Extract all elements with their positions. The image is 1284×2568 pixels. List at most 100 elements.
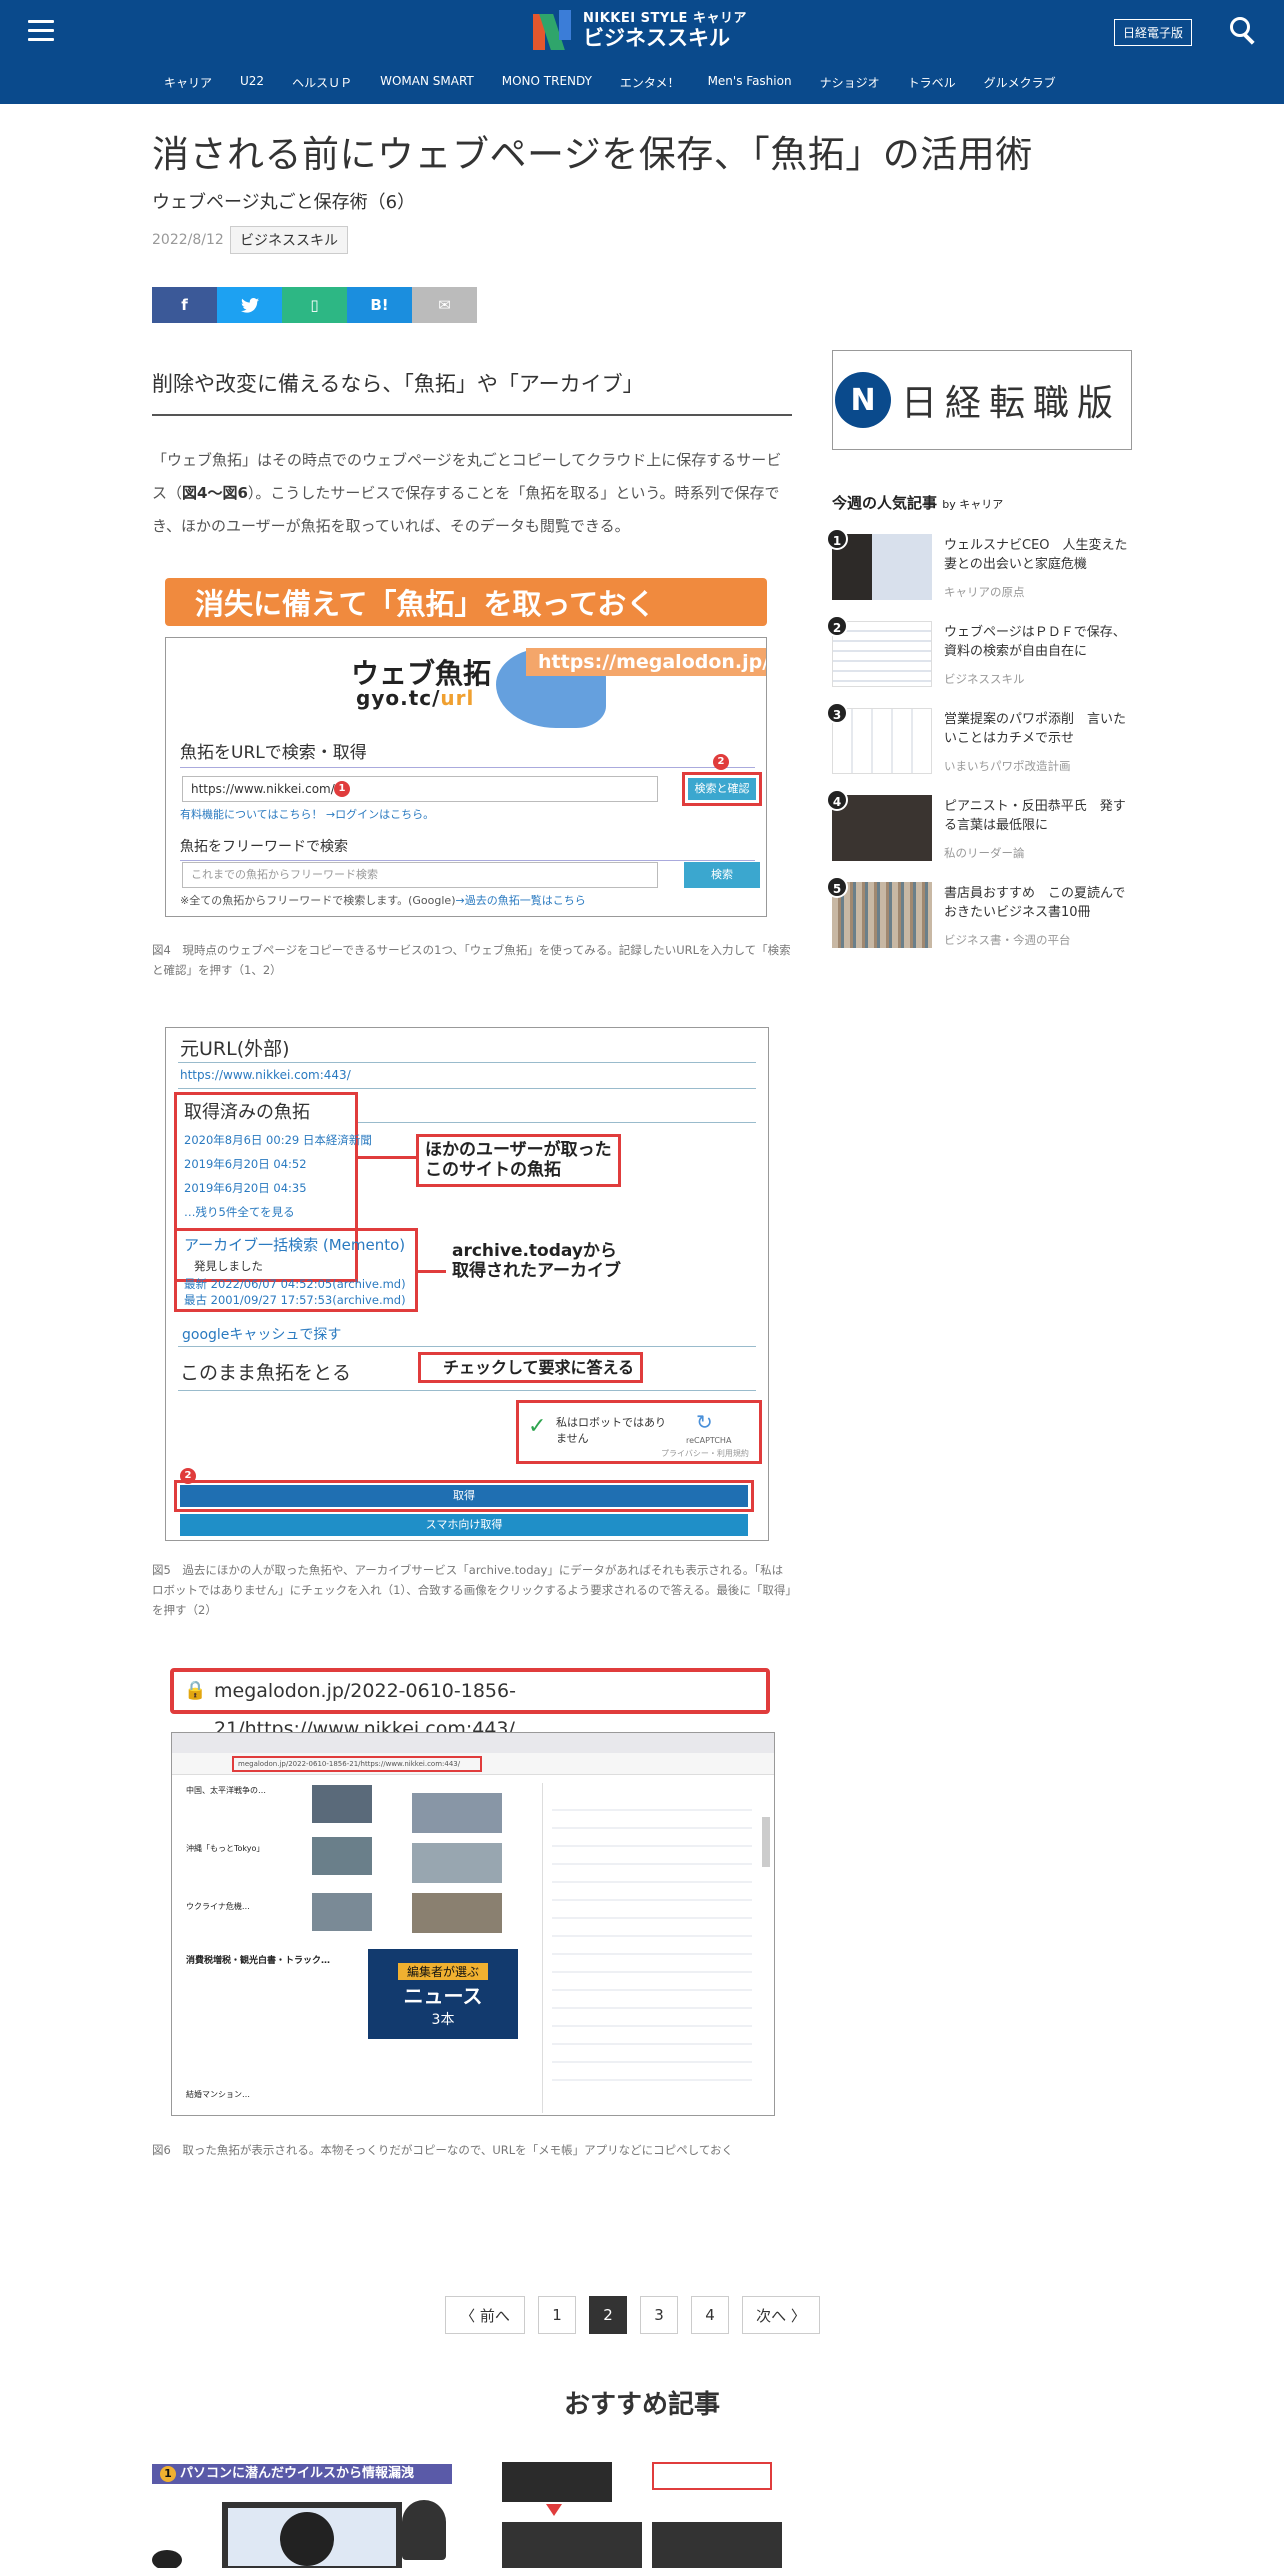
facebook-share-button[interactable]: f (152, 287, 217, 323)
divider (178, 1062, 756, 1063)
fig4-caption: 図4 現時点のウェブページをコピーできるサービスの1つ、「ウェブ魚拓」を使ってみ… (152, 943, 791, 977)
divider (178, 1390, 756, 1391)
next-page-button[interactable]: 次へ 〉 (742, 2296, 820, 2334)
recaptcha-icon: ↻ (696, 1410, 713, 1434)
fig5-entry: …残り5件全てを見る (184, 1205, 295, 1219)
reco-thumb (502, 2522, 642, 2568)
fig5-entry: 2020年8月6日 00:29 日本経済新聞 (184, 1133, 372, 1147)
body-paragraph: 「ウェブ魚拓」はその時点でのウェブページを丸ごとコピーしてクラウド上に保存するサ… (152, 444, 792, 543)
fig5-url-section: 元URL(外部) (180, 1038, 290, 1060)
memento-title: アーカイブ一括検索 (Memento) (184, 1236, 406, 1254)
freeword-search-button: 検索 (684, 862, 760, 888)
arrow-down-icon (546, 2504, 562, 2516)
ranking-number: 4 (826, 789, 848, 811)
ranking-source: ビジネススキル (944, 672, 1025, 686)
page-button[interactable]: 3 (640, 2296, 678, 2334)
nikkei-digital-button[interactable]: 日経電子版 (1114, 19, 1192, 46)
ranking-number: 5 (826, 876, 848, 898)
news-badge2: ニュース (403, 1984, 483, 2008)
ranking-source: いまいちパワポ改造計画 (944, 759, 1071, 773)
nav-item[interactable]: ヘルスＵＰ (292, 74, 352, 91)
fig6-caption: 図6 取った魚拓が表示される。本物そっくりだがコピーなので、URLを「メモ帳」ア… (152, 2143, 733, 2157)
connector-line (358, 1156, 418, 1159)
cloud-icon (152, 2550, 182, 2568)
fig6-headline: 消費税増税・観光白書・トラック… (186, 1956, 331, 1966)
nav-item[interactable]: MONO TRENDY (502, 74, 592, 91)
news-badge3: 3本 (431, 2012, 455, 2028)
mobile-take-button: スマホ向け取得 (180, 1514, 748, 1536)
ranking-title: 営業提案のパワポ添削 言いたいことはカチメで示せ (944, 712, 1127, 746)
page-button-current[interactable]: 2 (589, 2296, 627, 2334)
virus-icon (280, 2512, 334, 2566)
recommended-item[interactable]: 1 パソコンに潜んだウイルスから情報漏洩 (152, 2462, 452, 2568)
save-share-button[interactable]: ▯ (282, 287, 347, 323)
google-cache-link: googleキャッシュで探す (182, 1327, 342, 1343)
ranking-item[interactable]: 3 営業提案のパワポ添削 言いたいことはカチメで示せ いまいちパワポ改造計画 (826, 702, 1132, 780)
prev-label: 前へ (479, 2306, 510, 2325)
fig6-headline: 結婚マンション… (186, 2090, 250, 2099)
article-date: 2022/8/12 (152, 232, 224, 248)
menu-icon[interactable] (28, 20, 54, 42)
reco-thumb (652, 2462, 772, 2490)
nav-item[interactable]: U22 (240, 74, 264, 91)
ranking-item[interactable]: 1 ウェルスナビCEO 人生変えた妻との出会いと家庭危機 キャリアの原点 (826, 528, 1132, 606)
logo-url-b: url (440, 686, 475, 710)
ranking-item[interactable]: 2 ウェブページはＰＤＦで保存、資料の検索が自由自在に ビジネススキル (826, 615, 1132, 693)
ranking-thumb (832, 795, 932, 861)
browser-tabbar (172, 1733, 774, 1753)
page-button[interactable]: 4 (691, 2296, 729, 2334)
logo-mark-icon (533, 10, 573, 52)
divider (178, 1088, 756, 1089)
prev-page-button[interactable]: 〈 前へ (445, 2296, 525, 2334)
fig5-url: https://www.nikkei.com:443/ (180, 1068, 351, 1082)
callout-archive: archive.todayから 取得されたアーカイブ (446, 1238, 627, 1285)
page-button[interactable]: 1 (538, 2296, 576, 2334)
nav-item[interactable]: Men's Fashion (708, 74, 792, 91)
ranking-number: 2 (826, 615, 848, 637)
nav-item[interactable]: WOMAN SMART (380, 74, 474, 91)
freeword-input: これまでの魚拓からフリーワード検索 (182, 862, 658, 888)
search-icon[interactable] (1228, 15, 1258, 45)
ranking-item[interactable]: 4 ピアニスト・反田恭平氏 発する言葉は最低限に 私のリーダー論 (826, 789, 1132, 867)
fig6-headline: 中国、太平洋戦争の… (186, 1786, 266, 1795)
recommended-item[interactable] (502, 2462, 782, 2568)
gyotaku-logo-url: gyo.tc/url (356, 686, 474, 710)
nav-item[interactable]: グルメクラブ (984, 74, 1056, 91)
recommended-title: おすすめ記事 (563, 2390, 720, 2420)
divider (542, 1783, 543, 2113)
nav-item[interactable]: ナショジオ (820, 74, 880, 91)
reco-thumb (652, 2522, 782, 2568)
para-figure-ref[interactable]: 図4～図6 (182, 484, 248, 502)
site-logo[interactable]: NIKKEI STYLE キャリア ビジネススキル (533, 8, 747, 54)
twitter-share-button[interactable] (217, 287, 282, 323)
ad-text: 日経転職版 (901, 383, 1122, 424)
fig5-entry: 2019年6月20日 04:35 (184, 1181, 307, 1195)
divider (178, 1346, 756, 1347)
ranking-number: 1 (826, 528, 848, 550)
hatena-share-button[interactable]: B! (347, 287, 412, 323)
fig6-headline: ウクライナ危機… (186, 1902, 250, 1911)
mail-share-button[interactable]: ✉ (412, 287, 477, 323)
memento-latest: 最新 2022/06/07 04:52:05(archive.md) (184, 1277, 406, 1291)
ranking-source: ビジネス書・今週の平台 (944, 933, 1071, 947)
nav-item[interactable]: エンタメ！ (620, 74, 680, 91)
nav-item[interactable]: キャリア (164, 74, 212, 91)
section-heading: 削除や改変に備えるなら、「魚拓」や「アーカイブ」 (152, 368, 792, 416)
ranking-item[interactable]: 5 書店員おすすめ この夏読んでおきたいビジネス書10冊 ビジネス書・今週の平台 (826, 876, 1132, 954)
ad-banner[interactable]: N 日経転職版 (832, 350, 1132, 450)
logo-line2: ビジネススキル (583, 25, 730, 50)
fig6-thumb (412, 1893, 502, 1933)
privacy-label: プライバシー・利用規約 (661, 1449, 749, 1458)
fig5-screenshot: 元URL(外部) https://www.nikkei.com:443/ 取得済… (165, 1027, 769, 1541)
article-title: 消される前にウェブページを保存、「魚拓」の活用術 (152, 133, 1033, 176)
take-button: 取得 (180, 1485, 748, 1507)
fig6-thumb (412, 1843, 502, 1883)
fig6-thumb (412, 1793, 502, 1833)
category-badge[interactable]: ビジネススキル (230, 226, 348, 254)
nav-item[interactable]: トラベル (908, 74, 956, 91)
fig4-section2: 魚拓をフリーワードで検索 (180, 836, 755, 861)
scrollbar (762, 1817, 770, 1867)
fig6-news-banner: 編集者が選ぶ ニュース 3本 (368, 1949, 518, 2039)
fig6-sidebar-list (552, 1793, 752, 2093)
fig4-note-link: →過去の魚拓一覧はこちら (455, 894, 586, 907)
